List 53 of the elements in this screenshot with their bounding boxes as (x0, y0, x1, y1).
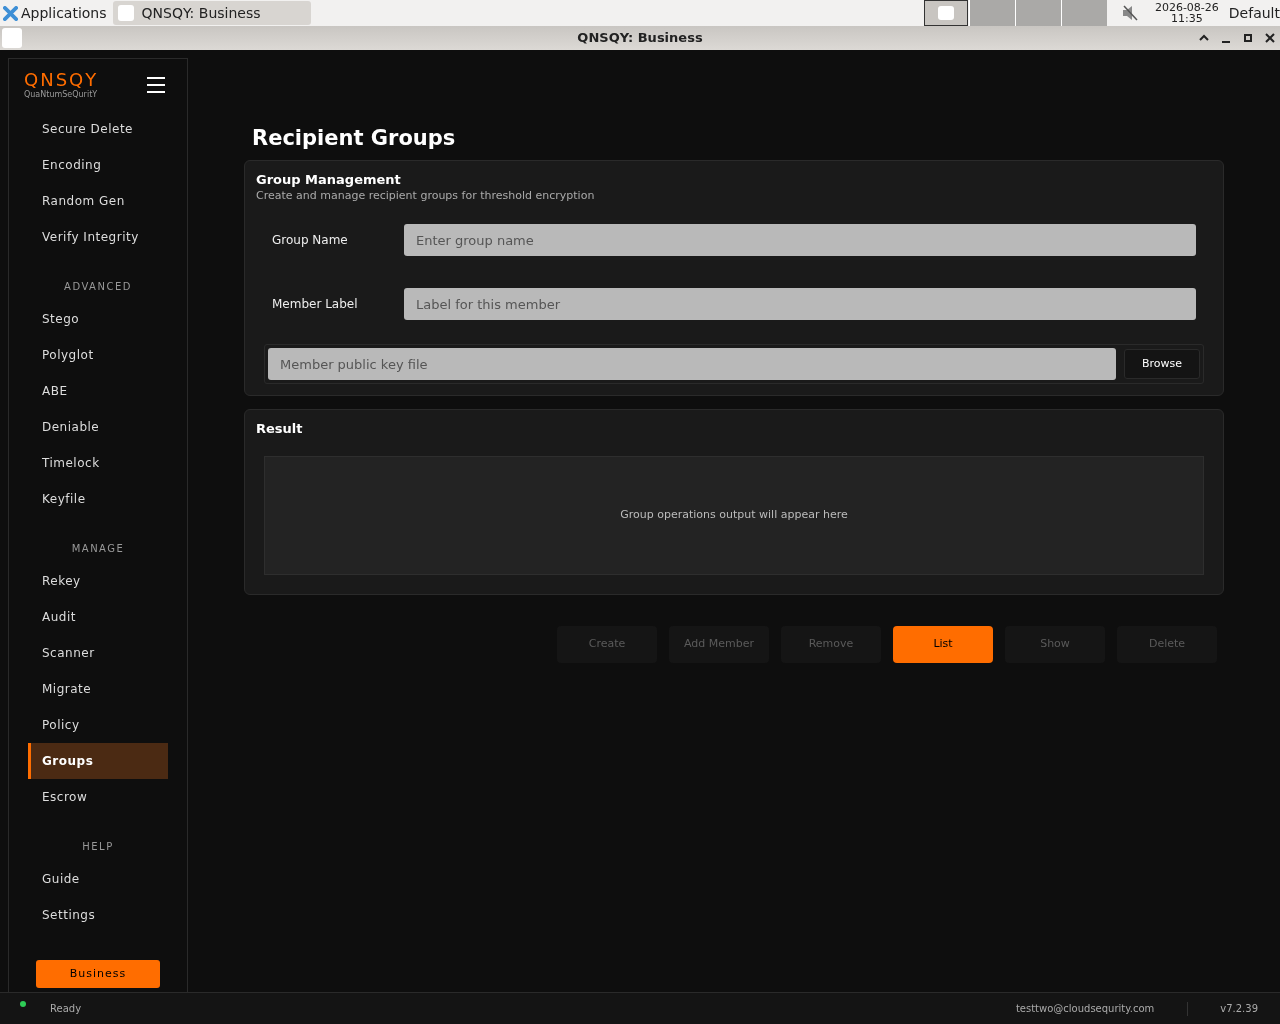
section-heading: ADVANCED (64, 279, 132, 294)
sidebar-item[interactable]: Keyfile (28, 481, 168, 517)
logo-tagline: QuaNtumSeQuritY (24, 90, 99, 100)
sidebar-item[interactable]: Audit (28, 599, 168, 635)
sidebar-item[interactable]: Escrow (28, 779, 168, 815)
sidebar-item[interactable]: Settings (28, 897, 168, 933)
user-email: testtwo@cloudsequrity.com (1015, 1002, 1155, 1016)
text-field[interactable]: Label for this member (404, 288, 1196, 320)
applications-menu[interactable]: Applications (21, 2, 107, 24)
window-title: QNSQY: Business (577, 29, 703, 48)
sidebar-item[interactable]: Verify Integrity (28, 219, 168, 255)
sidebar-item[interactable]: Rekey (28, 563, 168, 599)
sidebar-item[interactable]: Encoding (28, 147, 168, 183)
sidebar-item[interactable]: Random Gen (28, 183, 168, 219)
workspace-button[interactable] (923, 0, 968, 26)
sidebar-item[interactable]: Scanner (28, 635, 168, 671)
clock-date: 2026-08-26 (1154, 2, 1219, 13)
sidebar-item[interactable]: Groups (28, 743, 168, 779)
sidebar-item[interactable]: Stego (28, 301, 168, 337)
field-label: Member Label (272, 296, 359, 313)
version-text: v7.2.39 (1220, 1002, 1258, 1016)
user-menu[interactable]: Default (1228, 2, 1280, 24)
sidebar-item[interactable]: Guide (28, 861, 168, 897)
menu-icon[interactable] (146, 76, 166, 94)
sidebar-item[interactable]: Deniable (28, 409, 168, 445)
page-title: Recipient Groups (252, 125, 456, 152)
logo-name: QNSQY (24, 70, 99, 90)
sidebar-item[interactable]: Policy (28, 707, 168, 743)
section-heading: MANAGE (71, 541, 125, 556)
close-icon[interactable] (1264, 32, 1276, 44)
sidebar-item[interactable]: Migrate (28, 671, 168, 707)
applications-icon (3, 5, 18, 21)
taskbar-window-button[interactable]: QNSQY: Business (112, 1, 311, 25)
clock-time: 11:35 (1171, 13, 1203, 24)
browse-button[interactable]: Browse (1124, 349, 1200, 379)
output-field[interactable]: Group operations output will appear here (264, 456, 1204, 575)
card-title: Group Management (256, 171, 402, 189)
card-title: Result (256, 420, 304, 438)
field-label: Group Name (272, 232, 349, 249)
card-subtitle: Create and manage recipient groups for threshold encryption (256, 189, 596, 203)
app-icon (2, 28, 22, 48)
maximize-icon[interactable] (1242, 32, 1254, 44)
action-button[interactable]: List (893, 626, 993, 663)
sidebar-item[interactable]: Secure Delete (28, 111, 168, 147)
sidebar-item[interactable]: Timelock (28, 445, 168, 481)
section-heading: HELP (82, 839, 114, 854)
status-text: Ready (50, 1002, 82, 1016)
text-field[interactable]: Enter group name (404, 224, 1196, 256)
edition-button[interactable]: Business (36, 960, 160, 988)
file-path-field[interactable]: Member public key file (268, 348, 1116, 380)
sidebar-item[interactable]: Polyglot (28, 337, 168, 373)
sidebar-item[interactable]: ABE (28, 373, 168, 409)
muted-speaker-icon[interactable] (1120, 4, 1139, 22)
